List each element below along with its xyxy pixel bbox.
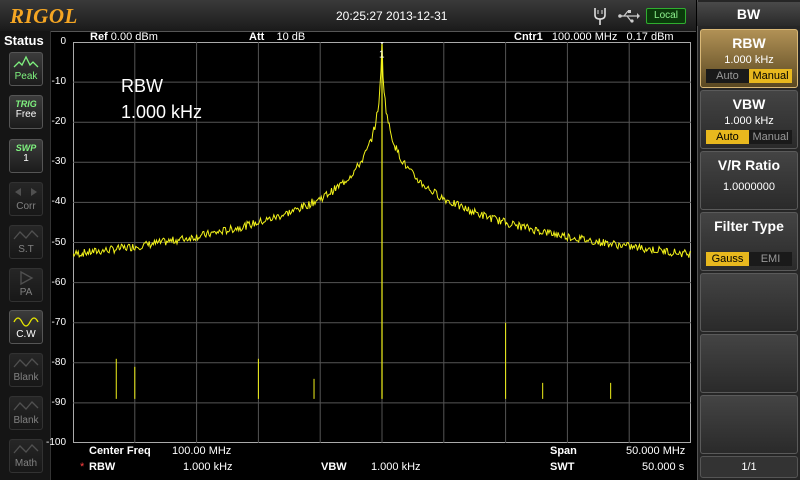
span-label: Span [550,445,577,457]
center-freq-label: Center Freq [89,445,151,457]
brand-logo: RIGOL [10,4,78,28]
y-tick-label: -40 [51,196,66,208]
empty-softkey-3[interactable] [700,395,798,454]
usb-icon [618,10,640,23]
center-freq-readout: Center Freq [89,445,151,457]
y-tick-label: -70 [51,316,66,328]
rbw-overlay-label: RBW [121,76,163,96]
rbw-overlay-value: 1.000 kHz [121,102,203,122]
y-tick-label: -60 [51,276,66,288]
rbw-softkey[interactable]: RBW 1.000 kHz Auto Manual [700,29,798,88]
vbw-softkey-label: VBW [732,96,766,112]
swt-value: 50.000 s [642,461,685,473]
span-label-text: Span [550,445,577,457]
center-freq-value: 100.00 MHz [172,445,232,457]
pa-label: PA [19,287,33,298]
vbw-auto-option[interactable]: Auto [706,130,749,144]
rbw-manual-option[interactable]: Manual [749,69,792,83]
blank-label-1: Blank [13,372,39,383]
menu-title: BW [697,2,800,26]
cw-label: C.W [16,329,36,340]
rbw-softkey-value: 1.000 kHz [724,54,774,66]
vr-ratio-label: V/R Ratio [717,157,781,173]
empty-softkey-1[interactable] [700,273,798,332]
span-value: 50.000 MHz [626,445,686,457]
blank-label-2: Blank [13,415,39,426]
y-tick-label: -20 [51,116,66,128]
peak-wave-icon [13,55,39,68]
page-indicator[interactable]: 1/1 [700,456,798,478]
filter-type-softkey[interactable]: Filter Type Gauss EMI [700,212,798,271]
y-tick-label: -100 [45,437,66,448]
probe-icon [594,8,606,25]
marker-number-label: 1 [379,49,385,60]
rbw-manual-star: * [80,461,85,473]
vbw-footer-label-text: VBW [321,461,347,473]
vbw-softkey-value: 1.000 kHz [724,115,774,127]
filter-type-toggle[interactable]: Gauss EMI [705,252,793,266]
local-badge[interactable]: Local [646,8,686,24]
rbw-softkey-label: RBW [732,35,766,51]
rbw-auto-option[interactable]: Auto [706,69,749,83]
vbw-mode-toggle[interactable]: Auto Manual [705,130,793,144]
y-tick-label: -80 [51,356,66,368]
rbw-mode-toggle[interactable]: Auto Manual [705,69,793,83]
swt-label-text: SWT [550,461,575,473]
vbw-footer-label: VBW [321,461,347,473]
date-time: 20:25:27 2013-12-31 [336,9,448,23]
y-tick-label: -90 [51,396,66,408]
vbw-footer-value: 1.000 kHz [371,461,421,473]
vr-ratio-softkey[interactable]: V/R Ratio 1.0000000 [700,151,798,210]
y-tick-label: -30 [51,156,66,168]
y-tick-label: -10 [51,76,66,88]
emi-option[interactable]: EMI [749,252,792,266]
trig-label: TRIG [15,99,37,109]
math-label: Math [14,458,38,469]
y-tick-label: -50 [51,236,66,248]
rbw-footer-label-text: RBW [89,461,116,473]
vbw-softkey[interactable]: VBW 1.000 kHz Auto Manual [700,90,798,149]
filter-type-label: Filter Type [714,218,784,234]
vr-ratio-value: 1.0000000 [723,181,775,193]
empty-softkey-2[interactable] [700,334,798,393]
swt-label: SWT [550,461,574,473]
swp-label: SWP [15,143,37,153]
vbw-manual-option[interactable]: Manual [749,130,792,144]
rbw-footer-label: RBW [89,461,115,473]
gauss-option[interactable]: Gauss [706,252,749,266]
rbw-footer-value: 1.000 kHz [183,461,233,473]
y-tick-label: 0 [60,36,66,47]
